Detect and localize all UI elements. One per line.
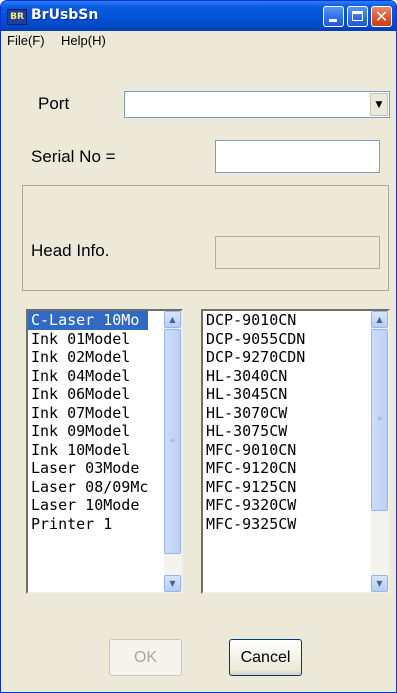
list-item[interactable]: HL-3045CN: [203, 385, 305, 404]
list-item[interactable]: MFC-9010CN: [203, 441, 305, 460]
menu-file[interactable]: File(F): [7, 33, 45, 48]
list-item[interactable]: Ink 01Model: [28, 330, 148, 349]
grip-icon: ≡: [169, 437, 176, 444]
scroll-up-icon[interactable]: ▲: [164, 311, 181, 328]
model-list[interactable]: DCP-9010CN DCP-9055CDN DCP-9270CDN HL-3040C…: [201, 309, 390, 594]
list-item[interactable]: Ink 09Model: [28, 422, 148, 441]
model-category-list[interactable]: C-Laser 10Mo Ink 01Model Ink 02Model Ink 04…: [26, 309, 183, 594]
list-item[interactable]: MFC-9120CN: [203, 459, 305, 478]
scroll-thumb[interactable]: ≡: [371, 329, 388, 511]
ok-button[interactable]: OK: [109, 639, 182, 676]
list-item[interactable]: HL-3040CN: [203, 367, 305, 386]
app-window: BR BrUsbSn ✕ File(F) Help(H) Port ▼ Seri…: [0, 0, 397, 693]
minimize-button[interactable]: [323, 6, 344, 27]
scroll-down-icon[interactable]: ▼: [371, 575, 388, 592]
head-info-field: [215, 236, 380, 269]
list-item[interactable]: C-Laser 10Mo: [28, 311, 149, 330]
title-bar[interactable]: BR BrUsbSn ✕: [1, 1, 396, 31]
serial-number-field[interactable]: [215, 140, 380, 173]
list-item[interactable]: MFC-9125CN: [203, 478, 305, 497]
cancel-button[interactable]: Cancel: [229, 639, 302, 676]
port-label: Port: [38, 94, 70, 113]
model-items: DCP-9010CN DCP-9055CDN DCP-9270CDN HL-3040C…: [203, 311, 305, 533]
serial-label: Serial No =: [31, 147, 116, 166]
list-item[interactable]: Ink 06Model: [28, 385, 148, 404]
scroll-down-icon[interactable]: ▼: [164, 575, 181, 592]
app-icon: BR: [7, 9, 27, 25]
menu-help[interactable]: Help(H): [61, 33, 106, 48]
maximize-button[interactable]: [347, 6, 368, 27]
minimize-icon: [329, 19, 337, 22]
window-title: BrUsbSn: [31, 7, 99, 23]
scroll-up-icon[interactable]: ▲: [371, 311, 388, 328]
list-item[interactable]: Laser 03Mode: [28, 459, 148, 478]
head-info-label: Head Info.: [31, 241, 110, 260]
model-category-items: C-Laser 10Mo Ink 01Model Ink 02Model Ink 04…: [28, 311, 149, 534]
list-item[interactable]: Ink 04Model: [28, 367, 148, 386]
grip-icon: ≡: [376, 415, 383, 422]
maximize-icon: [352, 11, 363, 21]
list-item[interactable]: Ink 07Model: [28, 404, 148, 423]
list-item[interactable]: DCP-9055CDN: [203, 330, 305, 349]
list-item[interactable]: DCP-9270CDN: [203, 348, 305, 367]
list-item[interactable]: HL-3075CW: [203, 422, 305, 441]
list-item[interactable]: MFC-9320CW: [203, 496, 305, 515]
close-icon: ✕: [374, 7, 389, 26]
left-scrollbar[interactable]: ▲ ≡ ▼: [164, 311, 181, 592]
port-select[interactable]: ▼: [124, 91, 390, 118]
close-button[interactable]: ✕: [371, 6, 392, 27]
list-item[interactable]: Laser 08/09Mc: [28, 478, 148, 497]
list-item[interactable]: HL-3070CW: [203, 404, 305, 423]
scroll-thumb[interactable]: ≡: [164, 329, 181, 554]
list-item[interactable]: Printer 1: [28, 515, 148, 534]
list-item[interactable]: DCP-9010CN: [203, 311, 305, 330]
list-item[interactable]: Ink 02Model: [28, 348, 148, 367]
chevron-down-icon[interactable]: ▼: [370, 93, 388, 116]
list-item[interactable]: Ink 10Model: [28, 441, 148, 460]
right-scrollbar[interactable]: ▲ ≡ ▼: [371, 311, 388, 592]
menu-bar: File(F) Help(H): [1, 31, 396, 51]
list-item[interactable]: MFC-9325CW: [203, 515, 305, 534]
list-item[interactable]: Laser 10Mode: [28, 496, 148, 515]
